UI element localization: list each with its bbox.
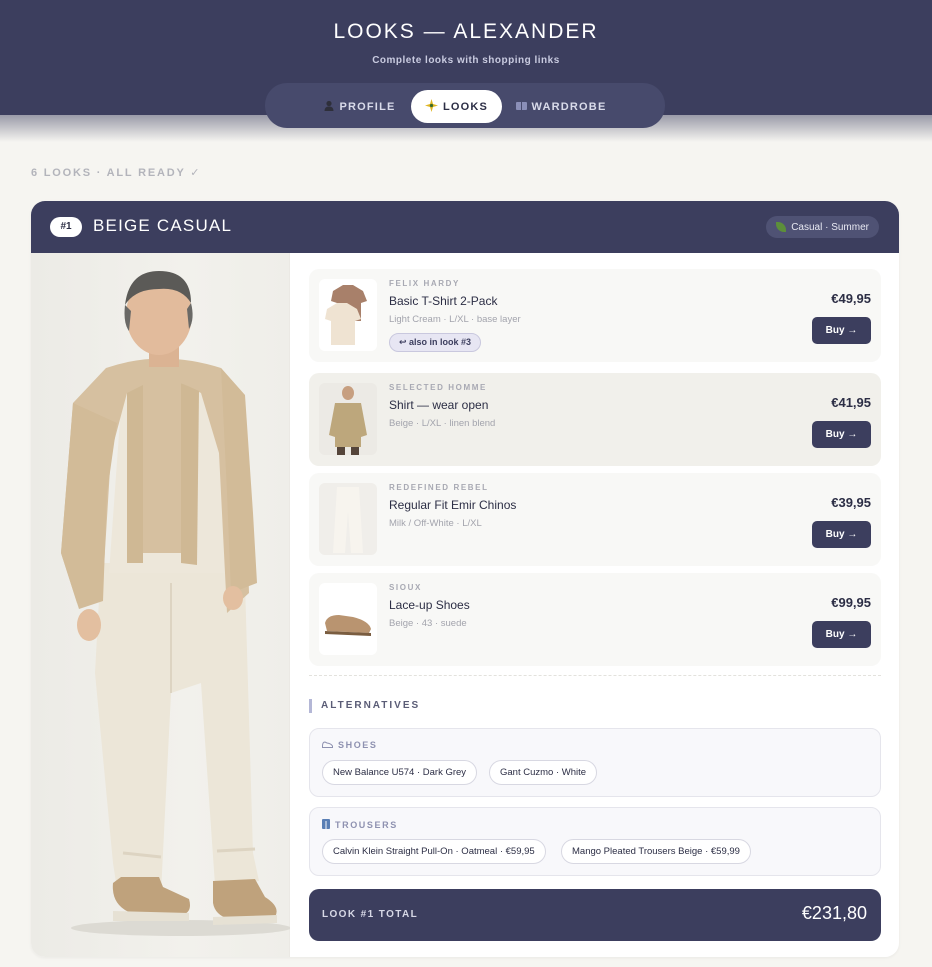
item-brand: REDEFINED REBEL	[389, 483, 489, 492]
shoe-icon	[322, 740, 333, 750]
page-title: LOOKS — ALEXANDER	[333, 20, 599, 43]
tab-wardrobe[interactable]: WARDROBE	[511, 90, 611, 123]
item-meta: Light Cream · L/XL · base layer	[389, 314, 521, 325]
product-image[interactable]	[319, 583, 377, 655]
leaf-icon	[776, 222, 787, 232]
look-tag-label: Casual · Summer	[791, 221, 869, 233]
item-name[interactable]: Shirt — wear open	[389, 398, 488, 412]
tab-profile-label: PROFILE	[339, 100, 396, 113]
item-brand: SIOUX	[389, 583, 422, 592]
alternative-chip[interactable]: New Balance U574 · Dark Grey	[322, 760, 478, 785]
total-label: LOOK #1 TOTAL	[322, 909, 419, 920]
buy-button[interactable]: Buy →	[812, 421, 871, 448]
item-meta: Beige · 43 · suede	[389, 618, 467, 629]
look-card: #1 BEIGE CASUAL Casual · Summer FELIX HA…	[31, 201, 899, 957]
look-header: #1 BEIGE CASUAL Casual · Summer	[31, 201, 899, 253]
alternatives-shoes: SHOES New Balance U574 · Dark Grey Gant …	[309, 728, 881, 797]
item-price: €49,95	[831, 291, 871, 306]
alternatives-heading: ALTERNATIVES	[309, 699, 420, 713]
tab-profile[interactable]: PROFILE	[315, 90, 405, 123]
item-price: €39,95	[831, 495, 871, 510]
alternative-chip[interactable]: Mango Pleated Trousers Beige · €59,99	[561, 839, 751, 864]
item-price: €41,95	[831, 395, 871, 410]
product-image[interactable]	[319, 383, 377, 455]
alternatives-trousers: TROUSERS Calvin Klein Straight Pull-On ·…	[309, 807, 881, 876]
buy-button[interactable]: Buy →	[812, 521, 871, 548]
look-title: BEIGE CASUAL	[93, 216, 233, 235]
item-name[interactable]: Lace-up Shoes	[389, 598, 470, 612]
page-subtitle: Complete looks with shopping links	[372, 55, 560, 66]
buy-button[interactable]: Buy →	[812, 621, 871, 648]
look-photo	[31, 253, 290, 957]
alt-group-label: TROUSERS	[322, 819, 398, 831]
person-icon	[324, 100, 334, 114]
item-price: €99,95	[831, 595, 871, 610]
item-name[interactable]: Regular Fit Emir Chinos	[389, 498, 516, 512]
look-number-badge: #1	[50, 217, 82, 237]
item-brand: SELECTED HOMME	[389, 383, 487, 392]
alt-group-label: SHOES	[322, 740, 378, 750]
trousers-icon	[322, 819, 330, 831]
reuse-badge[interactable]: ↩ also in look #3	[389, 333, 482, 352]
tab-looks-label: LOOKS	[442, 100, 489, 113]
tab-bar: PROFILE LOOKS WARDROBE	[265, 83, 665, 128]
item-meta: Milk / Off-White · L/XL	[389, 518, 482, 529]
list-item: FELIX HARDY Basic T-Shirt 2-Pack Light C…	[309, 269, 881, 362]
section-divider	[309, 675, 881, 676]
list-item: REDEFINED REBEL Regular Fit Emir Chinos …	[309, 473, 881, 566]
sparkle-icon	[424, 98, 438, 115]
status-line: 6 LOOKS · ALL READY ✓	[31, 167, 202, 179]
list-item: SELECTED HOMME Shirt — wear open Beige ·…	[309, 373, 881, 466]
product-image[interactable]	[319, 483, 377, 555]
item-name[interactable]: Basic T-Shirt 2-Pack	[389, 294, 497, 308]
alternative-chip[interactable]: Gant Cuzmo · White	[489, 760, 598, 785]
wardrobe-icon	[515, 101, 527, 113]
total-value: €231,80	[801, 903, 867, 923]
look-total-bar: LOOK #1 TOTAL €231,80	[309, 889, 881, 941]
tab-looks[interactable]: LOOKS	[411, 90, 502, 123]
list-item: SIOUX Lace-up Shoes Beige · 43 · suede €…	[309, 573, 881, 666]
product-image[interactable]	[319, 279, 377, 351]
buy-button[interactable]: Buy →	[812, 317, 871, 344]
item-brand: FELIX HARDY	[389, 279, 460, 288]
item-meta: Beige · L/XL · linen blend	[389, 418, 496, 429]
tab-wardrobe-label: WARDROBE	[531, 100, 607, 113]
alternative-chip[interactable]: Calvin Klein Straight Pull-On · Oatmeal …	[322, 839, 546, 864]
look-tag: Casual · Summer	[766, 216, 879, 238]
